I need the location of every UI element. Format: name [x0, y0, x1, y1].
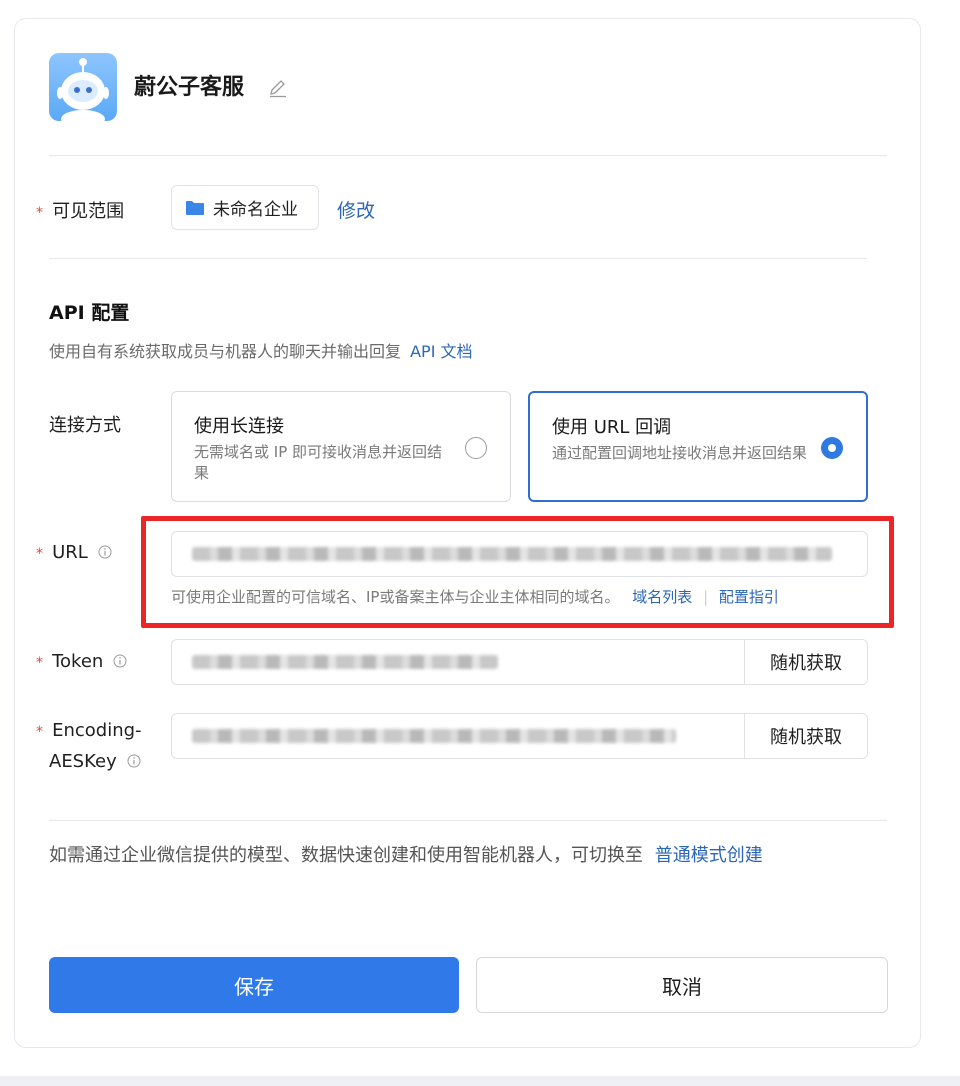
option-url-callback[interactable]: 使用 URL 回调 通过配置回调地址接收消息并返回结果 — [528, 391, 868, 502]
connection-label: 连接方式 — [49, 415, 121, 436]
normal-mode-link[interactable]: 普通模式创建 — [655, 845, 763, 866]
radio-url-callback[interactable] — [821, 437, 843, 459]
api-section-desc: 使用自有系统获取成员与机器人的聊天并输出回复 API 文档 — [49, 338, 473, 362]
bot-config-card: 蔚公子客服 * 可见范围 未命名企业 修改 API 配置 使用自有系统获取成员与… — [14, 18, 921, 1048]
scope-label: 可见范围 — [52, 201, 125, 222]
header-divider — [49, 155, 887, 156]
scope-label-row: * 可见范围 — [36, 197, 124, 223]
page-bottom-strip — [0, 1076, 960, 1086]
option-url-callback-title: 使用 URL 回调 — [552, 417, 672, 438]
required-mark: * — [36, 724, 43, 740]
required-mark: * — [36, 655, 43, 671]
aeskey-label-line1: Encoding- — [52, 720, 142, 741]
switch-mode-row: 如需通过企业微信提供的模型、数据快速创建和使用智能机器人，可切换至 普通模式创建 — [49, 841, 763, 867]
edit-icon[interactable] — [267, 77, 289, 99]
option-long-connection[interactable]: 使用长连接 无需域名或 IP 即可接收消息并返回结果 — [171, 391, 511, 502]
folder-icon — [186, 200, 204, 215]
cancel-button[interactable]: 取消 — [476, 957, 888, 1013]
redacted-aeskey-value — [192, 729, 676, 743]
bot-name: 蔚公子客服 — [134, 75, 245, 100]
footer-divider — [49, 820, 887, 821]
url-label-row: * URL — [36, 542, 112, 563]
aeskey-label-row: * Encoding- AESKey — [36, 716, 142, 777]
api-doc-link[interactable]: API 文档 — [410, 342, 472, 361]
url-highlight-box — [141, 516, 894, 628]
token-label: Token — [52, 651, 104, 672]
token-label-row: * Token — [36, 651, 127, 672]
bot-avatar[interactable] — [49, 53, 117, 121]
info-icon[interactable] — [98, 545, 112, 559]
api-section-title: API 配置 — [49, 302, 130, 324]
robot-icon — [57, 58, 109, 121]
redacted-token-value — [192, 655, 498, 669]
save-button[interactable]: 保存 — [49, 957, 459, 1013]
radio-long-connection[interactable] — [465, 437, 487, 459]
required-mark: * — [36, 546, 43, 562]
scope-divider — [49, 258, 867, 259]
required-mark: * — [36, 205, 43, 221]
info-icon[interactable] — [113, 654, 127, 668]
token-random-button[interactable]: 随机获取 — [744, 640, 867, 684]
option-long-connection-desc: 无需域名或 IP 即可接收消息并返回结果 — [194, 443, 443, 482]
aeskey-input[interactable]: 随机获取 — [171, 713, 868, 759]
scope-value: 未命名企业 — [213, 200, 298, 220]
api-description: 使用自有系统获取成员与机器人的聊天并输出回复 — [49, 342, 402, 361]
scope-chip[interactable]: 未命名企业 — [171, 185, 319, 230]
aeskey-random-button[interactable]: 随机获取 — [744, 714, 867, 758]
url-label: URL — [52, 542, 88, 563]
token-input[interactable]: 随机获取 — [171, 639, 868, 685]
modify-scope-link[interactable]: 修改 — [337, 196, 375, 223]
switch-mode-text: 如需通过企业微信提供的模型、数据快速创建和使用智能机器人，可切换至 — [49, 845, 643, 866]
aeskey-label-line2: AESKey — [49, 751, 117, 772]
info-icon[interactable] — [127, 754, 141, 768]
option-long-connection-title: 使用长连接 — [194, 416, 284, 437]
option-url-callback-desc: 通过配置回调地址接收消息并返回结果 — [552, 444, 808, 462]
